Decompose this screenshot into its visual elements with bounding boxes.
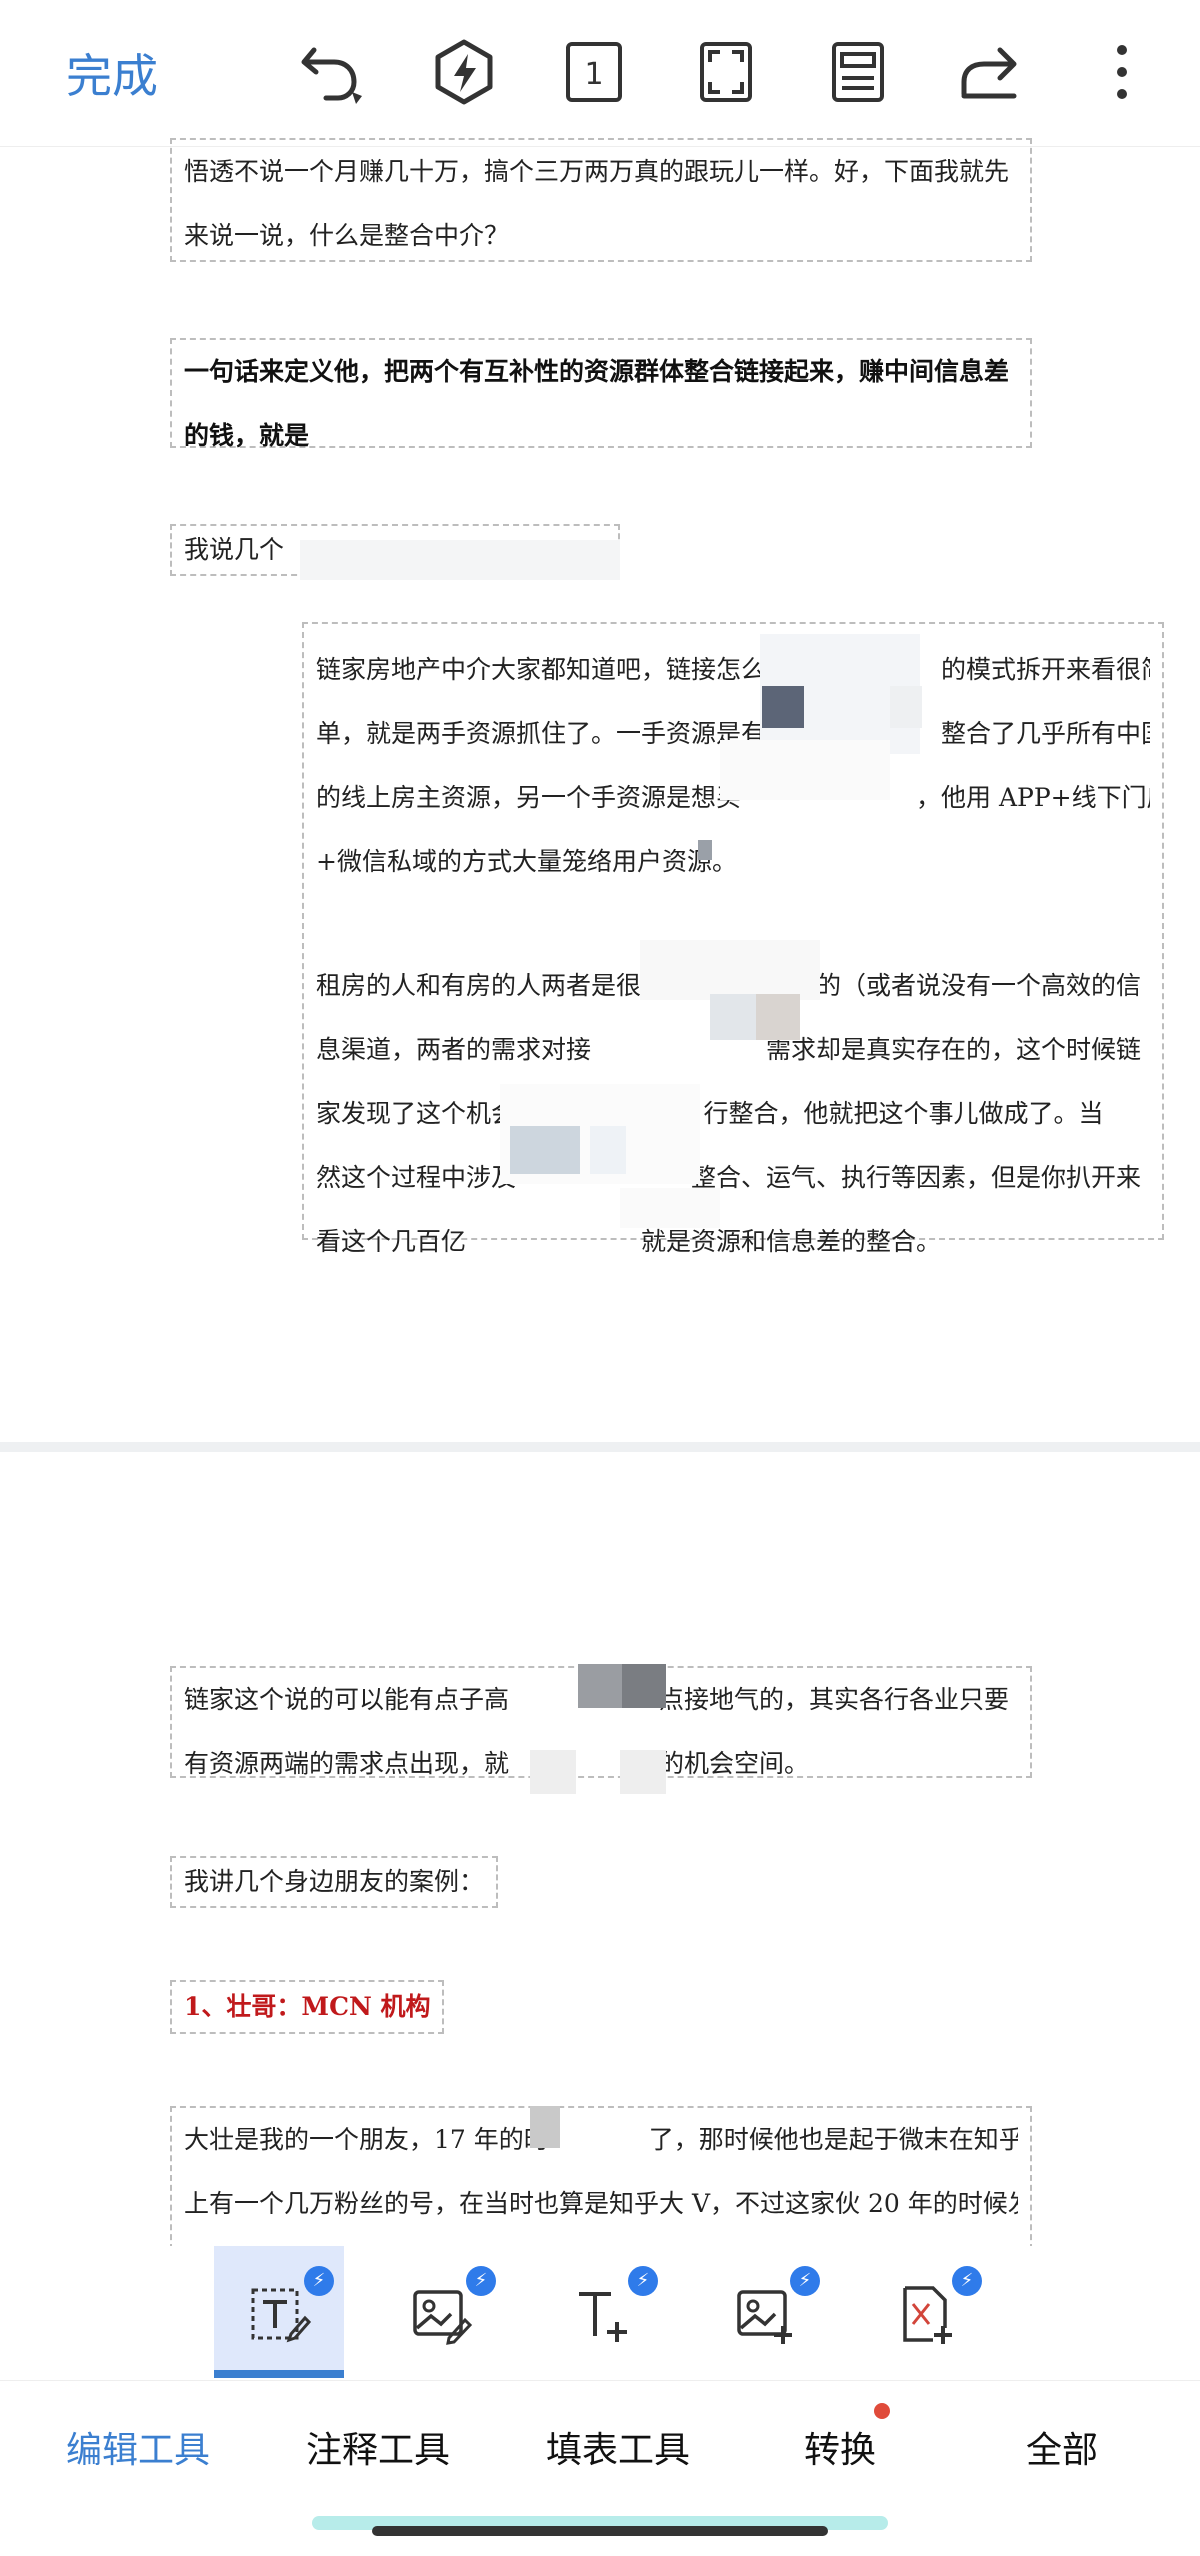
mosaic-patch [640,940,820,1000]
premium-badge-icon: ⚡ [466,2266,496,2296]
more-icon[interactable] [1086,36,1158,108]
text-line: +微信私域的方式大量笼络用户资源。 [316,847,737,876]
add-text-icon [579,2292,627,2342]
text-line: 我讲几个身边朋友的案例： [184,1867,484,1896]
mosaic-patch [620,1750,666,1794]
fullscreen-icon[interactable] [690,36,762,108]
tab-annotation-tools[interactable]: 注释工具 [306,2421,450,2473]
premium-badge-icon: ⚡ [952,2266,982,2296]
heading-text: 1、壮哥：MCN 机构。 [184,1992,430,2021]
undo-icon[interactable] [294,36,366,108]
text-line: 悟透不说一个月赚几十万，搞个三万两万真的跟玩儿一样。好，下面我就先 [184,157,1010,186]
text-box-4[interactable]: 链家房地产中介大家都知道吧，链接怎么 的模式拆开来看很简 单，就是两手资源抓住了… [302,622,1164,1256]
text-box-2[interactable]: 一句话来定义他，把两个有互补性的资源群体整合链接起来，赚中间信息差 的钱，就是 [170,338,1032,450]
mosaic-patch [530,2106,560,2148]
text-line: 的钱，就是 [184,421,310,450]
edit-tools-strip: ⚡ ⚡ ⚡ ⚡ ⚡ [0,2246,1200,2378]
text-line: 链家房地产中介大家都知道吧，链接怎么 的模式拆开来看很简 [316,655,1150,684]
tool-image-edit[interactable]: ⚡ [376,2246,506,2378]
mosaic-patch [530,1750,576,1794]
add-image-icon [737,2290,792,2344]
add-signature-icon [903,2286,952,2344]
text-line: 家发现了这个机会， 行整合，他就把这个事儿做成了。当 [316,1099,1104,1128]
text-box-6[interactable]: 我讲几个身边朋友的案例： [170,1856,498,1908]
image-edit-icon [413,2290,473,2345]
share-icon[interactable] [954,36,1026,108]
done-button[interactable]: 完成 [66,40,158,106]
notification-dot [874,2403,890,2419]
tool-add-image[interactable]: ⚡ [700,2246,830,2378]
bottom-tab-bar: 编辑工具 注释工具 填表工具 转换 全部 [0,2380,1200,2511]
page-number-text: 1 [584,57,603,92]
text-line: 大壮是我的一个朋友，17 年的时 了，那时候他也是起于微末在知乎 [184,2125,1018,2154]
mosaic-patch [510,1126,580,1174]
mosaic-patch [590,1126,626,1174]
tool-add-text[interactable]: ⚡ [538,2246,668,2378]
text-edit-icon [251,2288,311,2343]
tab-edit-tools[interactable]: 编辑工具 [66,2421,210,2473]
premium-badge-icon: ⚡ [790,2266,820,2296]
quick-action-icon[interactable] [428,36,500,108]
mosaic-patch [720,740,890,800]
text-line: 看这个几百亿 就是资源和信息差的整合。 [316,1227,942,1256]
section-heading[interactable]: 1、壮哥：MCN 机构。 [170,1980,444,2034]
mosaic-patch [698,840,712,860]
tool-text-edit[interactable]: ⚡ [214,2246,344,2378]
mosaic-patch [620,1188,720,1228]
mosaic-patch [890,686,922,728]
text-line: 然这个过程中涉及 整合、运气、执行等因素，但是你扒开来 [316,1163,1142,1192]
text-box-1[interactable]: 悟透不说一个月赚几十万，搞个三万两万真的跟玩儿一样。好，下面我就先 来说一说，什… [170,138,1032,262]
premium-badge-icon: ⚡ [304,2266,334,2296]
premium-badge-icon: ⚡ [628,2266,658,2296]
text-box-7[interactable]: 大壮是我的一个朋友，17 年的时 了，那时候他也是起于微末在知乎 上有一个几万粉… [170,2106,1032,2250]
page-number-icon[interactable]: 1 [558,36,630,108]
tab-convert[interactable]: 转换 [804,2421,876,2473]
tool-add-signature[interactable]: ⚡ [862,2246,992,2378]
text-line: 一句话来定义他，把两个有互补性的资源群体整合链接起来，赚中间信息差 [184,357,1010,386]
top-toolbar: 完成 1 [0,0,1200,147]
mosaic-patch [762,686,804,728]
mosaic-patch [300,540,620,580]
mosaic-patch [578,1664,622,1708]
home-indicator[interactable] [372,2526,828,2536]
mosaic-patch [756,994,800,1040]
tab-form-tools[interactable]: 填表工具 [546,2421,690,2473]
page-separator [0,1442,1200,1452]
text-line: 有资源两端的需求点出现，就 的机会空间。 [184,1749,810,1778]
layout-icon[interactable] [822,36,894,108]
text-line: 上有一个几万粉丝的号，在当时也算是知乎大 V，不过这家伙 20 年的时候发 [184,2189,1018,2218]
text-line: 来说一说，什么是整合中介？ [184,221,510,250]
mosaic-patch [710,994,760,1040]
tab-all[interactable]: 全部 [1026,2421,1098,2473]
active-tool-indicator [214,2370,344,2378]
